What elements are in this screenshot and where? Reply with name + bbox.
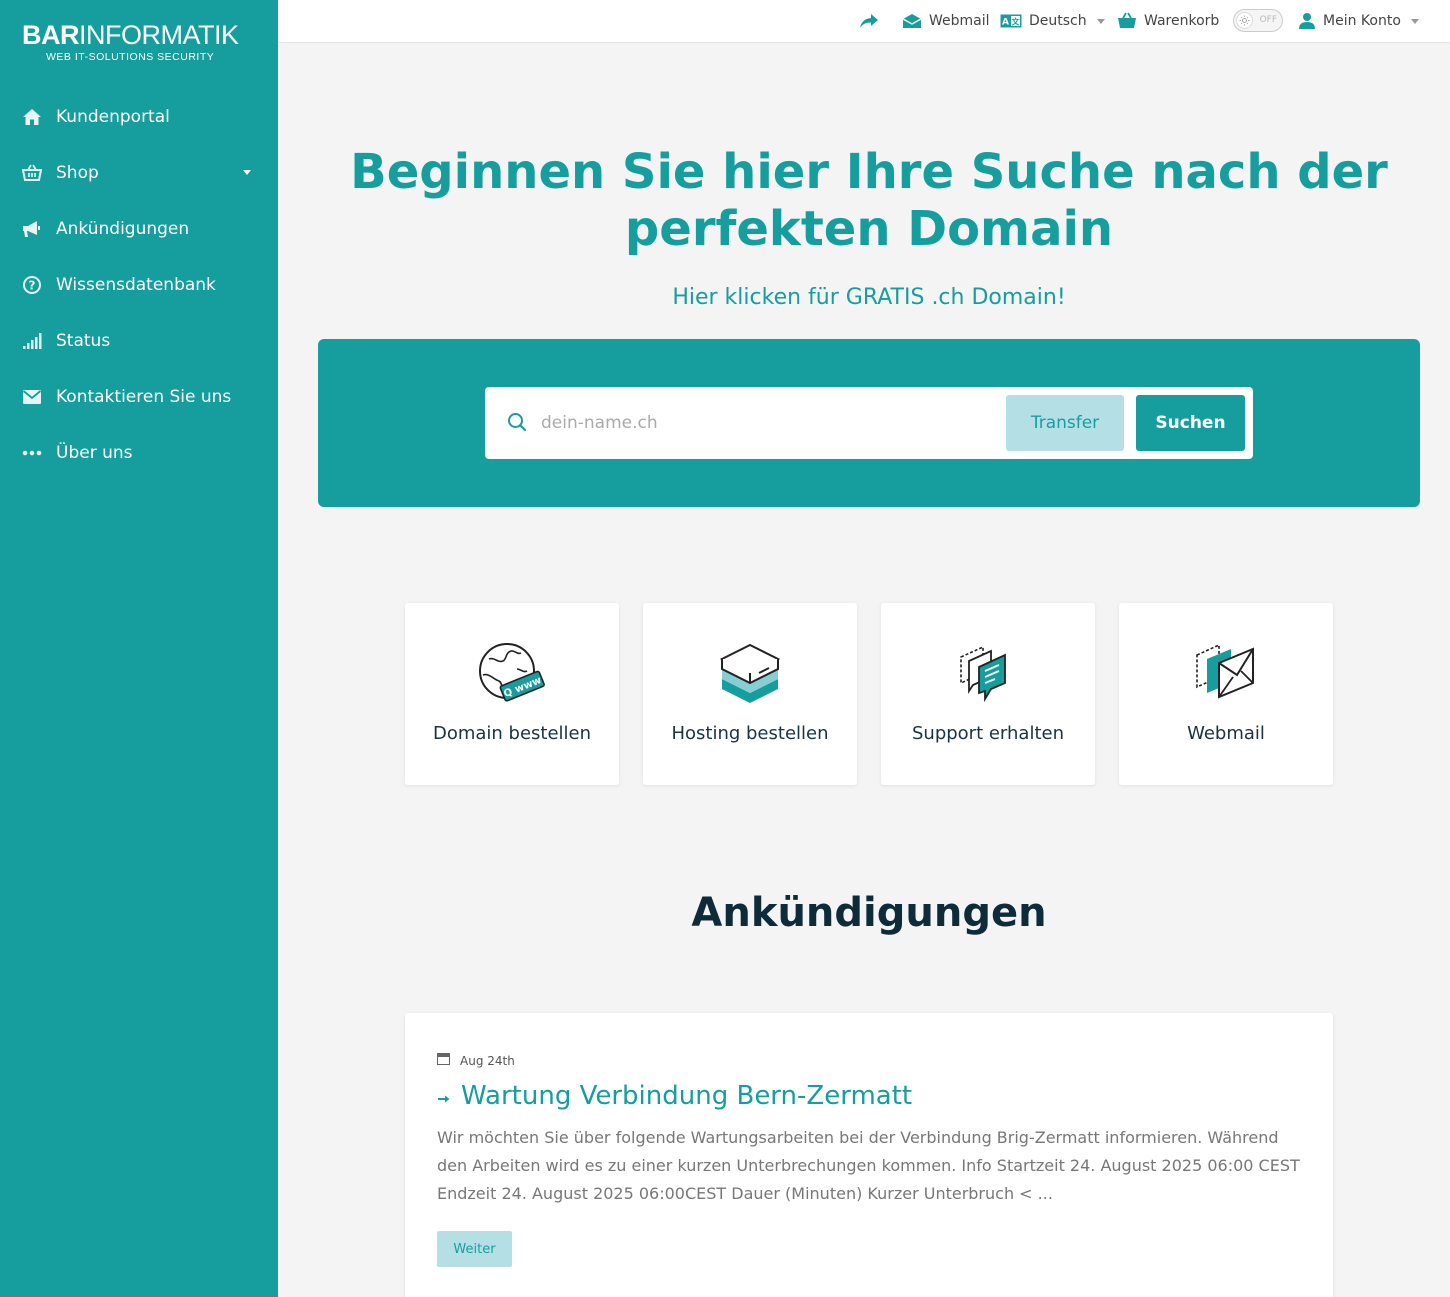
free-domain-link[interactable]: Hier klicken für GRATIS .ch Domain! <box>318 285 1420 310</box>
envelope-open-icon <box>902 13 922 29</box>
sidebar-item-label: Kundenportal <box>56 107 170 127</box>
signal-icon <box>22 331 42 351</box>
arrow-right-icon <box>437 1081 451 1111</box>
logo-wordmark: BARINFORMATIK <box>22 20 239 50</box>
topbar-webmail-label: Webmail <box>929 13 990 29</box>
topbar-webmail[interactable]: Webmail <box>902 0 990 42</box>
sidebar-item-shop[interactable]: Shop <box>0 145 278 201</box>
card-label: Domain bestellen <box>432 723 592 744</box>
domain-search-box: Transfer Suchen <box>485 387 1253 459</box>
sidebar-item-kontakt[interactable]: Kontaktieren Sie uns <box>0 369 278 425</box>
domain-search-panel: Transfer Suchen <box>318 339 1420 507</box>
svg-text:文: 文 <box>1012 17 1021 27</box>
home-icon <box>22 107 42 127</box>
sidebar-item-wissensdatenbank[interactable]: ? Wissensdatenbank <box>0 257 278 313</box>
sidebar-item-label: Ankündigungen <box>56 219 190 239</box>
sidebar-item-ueber-uns[interactable]: Über uns <box>0 425 278 481</box>
announcement-title: Wartung Verbindung Bern-Zermatt <box>461 1081 913 1111</box>
svg-text:?: ? <box>29 279 36 293</box>
transfer-button[interactable]: Transfer <box>1006 395 1124 451</box>
sidebar-item-ankuendigungen[interactable]: Ankündigungen <box>0 201 278 257</box>
server-box-icon <box>715 639 785 709</box>
topbar: Webmail A文 Deutsch Warenkorb OFF Mein Ko… <box>278 0 1450 43</box>
svg-text:A: A <box>1002 18 1009 28</box>
domain-search-input[interactable] <box>541 407 981 439</box>
card-domain-bestellen[interactable]: Q www Domain bestellen <box>405 603 619 785</box>
megaphone-icon <box>22 219 42 239</box>
basket-icon <box>22 163 42 183</box>
language-dropdown[interactable]: A文 Deutsch <box>1000 0 1105 42</box>
account-dropdown[interactable]: Mein Konto <box>1298 0 1419 42</box>
card-label: Support erhalten <box>911 723 1064 744</box>
announcement-title-link[interactable]: Wartung Verbindung Bern-Zermatt <box>437 1081 912 1111</box>
card-webmail[interactable]: Webmail <box>1119 603 1333 785</box>
announcement-excerpt: Wir möchten Sie über folgende Wartungsar… <box>437 1128 1300 1203</box>
card-hosting-bestellen[interactable]: Hosting bestellen <box>643 603 857 785</box>
question-circle-icon: ? <box>22 275 42 295</box>
logo-tagline: WEB IT-SOLUTIONS SECURITY <box>46 51 215 63</box>
sidebar-item-label: Shop <box>56 163 99 183</box>
share-arrow-icon <box>859 13 879 29</box>
envelope-stack-icon <box>1191 639 1261 709</box>
calendar-icon <box>437 1053 450 1068</box>
sidebar-nav: Kundenportal Shop Ankündigungen ? Wissen… <box>0 89 278 481</box>
toggle-state-label: OFF <box>1259 15 1277 25</box>
topbar-cart-label: Warenkorb <box>1144 13 1220 29</box>
card-support-erhalten[interactable]: Support erhalten <box>881 603 1095 785</box>
chevron-down-icon <box>1410 18 1419 24</box>
sidebar-item-label: Über uns <box>56 443 133 463</box>
card-label: Webmail <box>1187 723 1265 744</box>
read-more-button[interactable]: Weiter <box>437 1231 512 1267</box>
logo[interactable]: BARINFORMATIK WEB IT-SOLUTIONS SECURITY <box>22 20 242 63</box>
chevron-down-icon <box>1096 18 1105 24</box>
search-button[interactable]: Suchen <box>1136 395 1245 451</box>
sidebar-item-label: Status <box>56 331 111 351</box>
sidebar-item-label: Wissensdatenbank <box>56 275 216 295</box>
language-label: Deutsch <box>1029 13 1087 29</box>
card-label: Hosting bestellen <box>671 723 829 744</box>
search-icon <box>507 412 527 436</box>
chevron-down-icon <box>243 170 251 175</box>
sidebar-item-status[interactable]: Status <box>0 313 278 369</box>
announcements-heading: Ankündigungen <box>691 890 1047 936</box>
globe-www-icon: Q www <box>477 639 547 709</box>
envelope-icon <box>22 387 42 407</box>
announcement-date: Aug 24th <box>437 1053 515 1068</box>
chat-bubbles-icon <box>953 639 1023 709</box>
dark-mode-toggle[interactable]: OFF <box>1233 9 1283 32</box>
sidebar-item-kundenportal[interactable]: Kundenportal <box>0 89 278 145</box>
sidebar: BARINFORMATIK WEB IT-SOLUTIONS SECURITY … <box>0 0 278 1297</box>
user-icon <box>1298 12 1316 30</box>
basket-icon <box>1117 12 1137 30</box>
sidebar-item-label: Kontaktieren Sie uns <box>56 387 232 407</box>
page-title: Beginnen Sie hier Ihre Suche nach der pe… <box>350 144 1388 257</box>
sun-icon <box>1236 12 1253 29</box>
ellipsis-icon <box>22 443 42 463</box>
account-label: Mein Konto <box>1323 13 1401 29</box>
topbar-cart[interactable]: Warenkorb <box>1117 0 1219 42</box>
share-button[interactable] <box>859 0 886 42</box>
language-icon: A文 <box>1000 14 1022 28</box>
announcement-card: Aug 24th Wartung Verbindung Bern-Zermatt… <box>405 1013 1333 1297</box>
announcement-date-text: Aug 24th <box>460 1053 515 1068</box>
